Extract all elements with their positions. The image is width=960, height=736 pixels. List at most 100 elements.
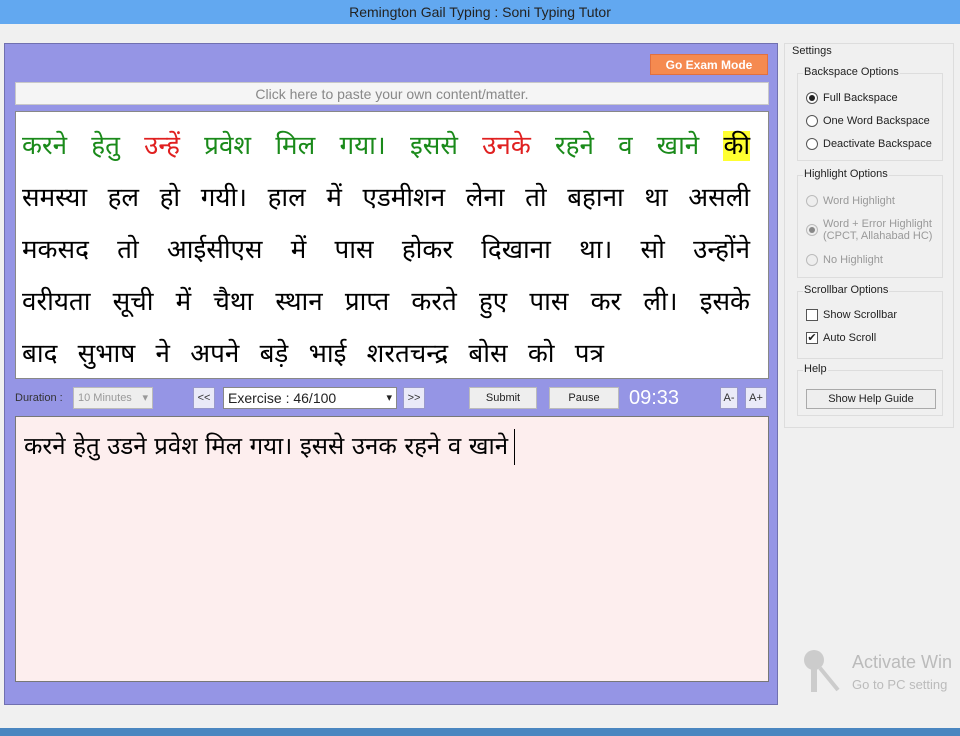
passage-word: पत्र (574, 339, 604, 369)
passage-word: इससे (410, 131, 458, 161)
radio-no-highlight[interactable]: No Highlight (806, 254, 883, 266)
highlight-options-group: Highlight Options Word Highlight Word + … (797, 168, 943, 278)
submit-button[interactable]: Submit (469, 387, 537, 409)
font-increase-button[interactable]: A+ (745, 387, 767, 409)
passage-word: होकर (401, 235, 453, 265)
passage-word: समस्या (22, 183, 88, 213)
passage-word: सो (640, 235, 665, 265)
radio-deactivate-backspace[interactable]: Deactivate Backspace (806, 138, 932, 150)
passage-word: एडमीशन (362, 183, 446, 213)
passage-word: हो (159, 183, 181, 213)
passage-word: प्राप्त (344, 287, 390, 317)
exercise-select[interactable]: Exercise : 46/100 ▾ (223, 387, 397, 409)
checkbox-show-scrollbar[interactable]: Show Scrollbar (806, 309, 897, 321)
passage-word: हेतु (91, 131, 120, 161)
passage-word: अपने (190, 339, 240, 369)
typing-input[interactable]: करने हेतु उडने प्रवेश मिल गया। इससे उनक … (15, 416, 769, 682)
go-exam-mode-button[interactable]: Go Exam Mode (650, 54, 768, 75)
option-label: Word + Error Highlight (823, 218, 932, 230)
scrollbar-options-group: Scrollbar Options Show Scrollbar ✔ Auto S… (797, 284, 943, 359)
option-label: Word Highlight (823, 195, 895, 207)
duration-value: 10 Minutes (78, 392, 132, 404)
radio-full-backspace[interactable]: Full Backspace (806, 92, 898, 104)
passage-word: लेना (465, 183, 505, 213)
option-label: Show Scrollbar (823, 309, 897, 321)
passage-word: दिखाना (481, 235, 551, 265)
group-title: Help (803, 363, 828, 375)
chevron-down-icon: ▾ (386, 392, 392, 404)
typed-text: करने हेतु उडने प्रवेश मिल गया। इससे उनक … (24, 432, 509, 460)
group-title: Backspace Options (803, 66, 900, 78)
timer: 09:33 (629, 387, 680, 409)
show-help-guide-button[interactable]: Show Help Guide (806, 389, 936, 409)
passage-word: पास (334, 235, 374, 265)
passage-word: वरीयता (22, 287, 91, 317)
paste-content-bar[interactable]: Click here to paste your own content/mat… (15, 82, 769, 105)
font-decrease-button[interactable]: A- (720, 387, 738, 409)
group-title: Scrollbar Options (803, 284, 890, 296)
option-label: Auto Scroll (823, 332, 877, 344)
group-title: Highlight Options (803, 168, 889, 180)
typing-panel: Go Exam Mode Click here to paste your ow… (4, 43, 778, 705)
passage-word: हल (107, 183, 140, 213)
option-sublabel: (CPCT, Allahabad HC) (823, 230, 933, 242)
activate-windows-subtext: Go to PC setting (852, 677, 948, 692)
passage-word: बोस (468, 339, 508, 369)
next-exercise-button[interactable]: >> (403, 387, 425, 409)
key-icon (804, 650, 840, 692)
help-group: Help Show Help Guide (797, 363, 943, 416)
passage-word: हुए (478, 287, 508, 317)
settings-panel: Settings Backspace Options Full Backspac… (784, 43, 954, 428)
passage-word: उन्हें (144, 131, 180, 161)
radio-icon (806, 195, 818, 207)
activate-windows-watermark: Activate Win (852, 652, 953, 672)
passage-word: बाद (22, 339, 58, 369)
passage-word: पास (529, 287, 569, 317)
radio-one-word-backspace[interactable]: One Word Backspace (806, 115, 930, 127)
passage-word: था (644, 183, 668, 213)
passage-word: उनके (482, 131, 531, 161)
passage-word: करने (22, 131, 68, 161)
passage-word: ने (155, 339, 170, 369)
passage-word: की (723, 131, 751, 161)
passage-word: गया। (339, 131, 386, 161)
prev-exercise-button[interactable]: << (193, 387, 215, 409)
passage-word: आईसीएस (166, 235, 263, 265)
checkbox-auto-scroll[interactable]: ✔ Auto Scroll (806, 332, 876, 344)
passage-word: उन्होंने (693, 235, 751, 265)
passage-word: इसके (699, 287, 751, 317)
radio-icon (806, 254, 818, 266)
passage-word: व (618, 131, 633, 161)
chevron-down-icon: ▾ (142, 392, 148, 404)
passage-word: मकसद (22, 235, 89, 265)
passage-word: ली। (643, 287, 678, 317)
radio-word-error-highlight[interactable]: Word + Error Highlight (CPCT, Allahabad H… (806, 218, 932, 242)
passage-word: रहने (555, 131, 594, 161)
backspace-options-group: Backspace Options Full Backspace One Wor… (797, 66, 943, 161)
settings-title: Settings (792, 45, 832, 57)
radio-icon (806, 224, 818, 236)
window-title: Remington Gail Typing : Soni Typing Tuto… (0, 0, 960, 24)
passage-text: करने हेतु उन्हें प्रवेश मिल गया। इससे उन… (15, 111, 769, 379)
passage-word: में (290, 235, 307, 265)
text-caret (514, 429, 516, 465)
passage-word: भाई (308, 339, 347, 369)
pause-button[interactable]: Pause (549, 387, 619, 409)
passage-word: प्रवेश (204, 131, 252, 161)
passage-word: तो (525, 183, 547, 213)
exercise-value: Exercise : 46/100 (228, 390, 337, 406)
passage-word: बहाना (567, 183, 624, 213)
passage-word: कर (590, 287, 622, 317)
passage-word: में (326, 183, 342, 213)
option-label: Full Backspace (823, 92, 898, 104)
option-label: Deactivate Backspace (823, 138, 932, 150)
taskbar (0, 728, 960, 736)
passage-word: मिल (275, 131, 316, 161)
option-label: No Highlight (823, 254, 883, 266)
duration-select[interactable]: 10 Minutes ▾ (73, 387, 153, 409)
passage-word: सूची (112, 287, 154, 317)
passage-word: सुभाष (77, 339, 136, 369)
radio-word-highlight[interactable]: Word Highlight (806, 195, 895, 207)
option-label: One Word Backspace (823, 115, 930, 127)
passage-word: तो (117, 235, 139, 265)
